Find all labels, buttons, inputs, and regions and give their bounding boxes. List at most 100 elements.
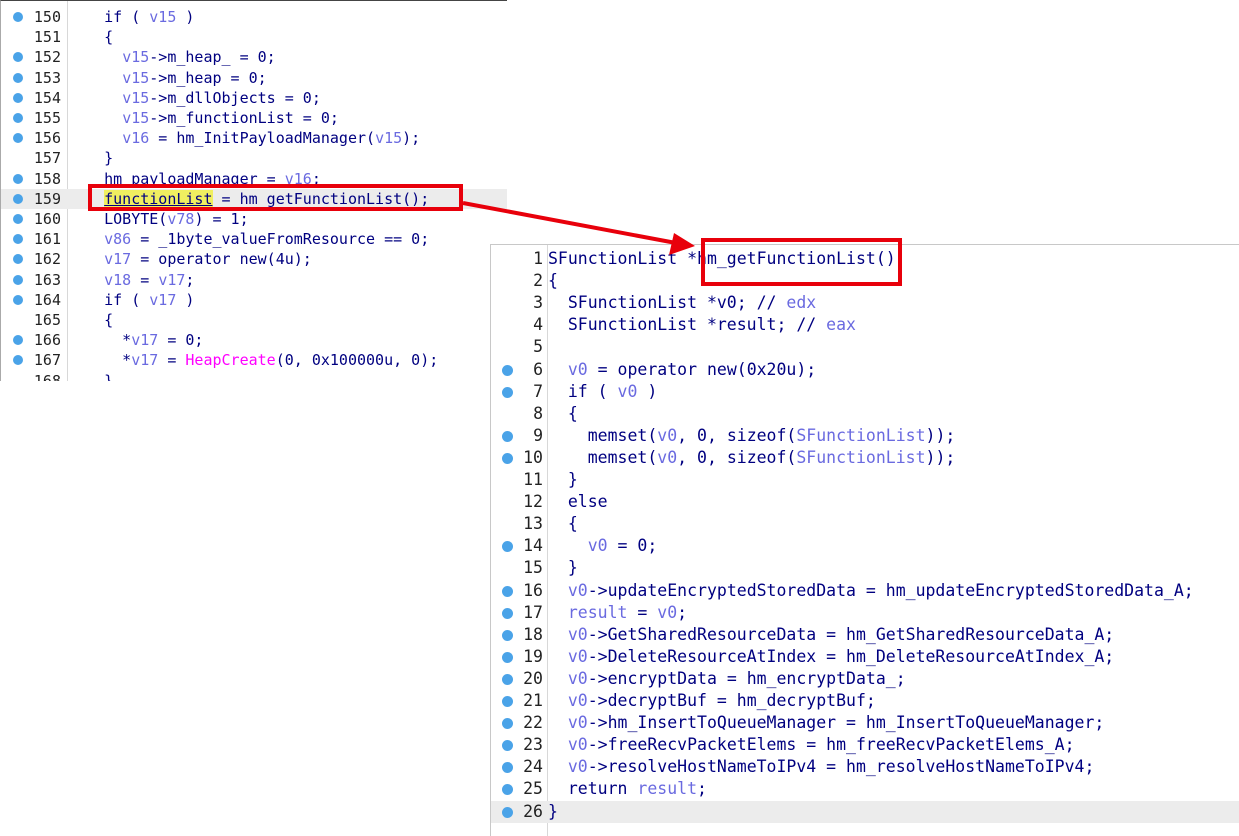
callee-pseudocode-view[interactable]: 1 SFunctionList *hm_getFunctionList() 2{3 …: [490, 244, 1239, 836]
breakpoint-dot-icon[interactable]: [13, 355, 23, 366]
code-line[interactable]: 19 v0->DeleteResourceAtIndex = hm_Delete…: [491, 646, 1239, 668]
code-text[interactable]: v0->DeleteResourceAtIndex = hm_DeleteRes…: [548, 646, 1114, 668]
code-token: =: [131, 270, 159, 289]
code-text[interactable]: memset(v0, 0, sizeof(SFunctionList));: [548, 425, 956, 447]
code-text[interactable]: v15->m_heap_ = 0;: [68, 47, 276, 67]
breakpoint-dot-icon[interactable]: [13, 193, 23, 204]
code-text[interactable]: v0->resolveHostNameToIPv4 = hm_resolveHo…: [548, 756, 1095, 778]
breakpoint-dot-icon[interactable]: [13, 173, 23, 184]
code-text[interactable]: {: [68, 310, 113, 330]
code-text[interactable]: v0 = 0;: [548, 535, 658, 557]
code-text[interactable]: v15->m_heap = 0;: [68, 68, 267, 88]
code-line[interactable]: 22 v0->hm_InsertToQueueManager = hm_Inse…: [491, 712, 1239, 734]
breakpoint-dot-icon[interactable]: [13, 52, 23, 63]
code-line[interactable]: 13 {: [491, 513, 1239, 535]
code-text[interactable]: v0->updateEncryptedStoredData = hm_updat…: [548, 580, 1194, 602]
breakpoint-dot-icon[interactable]: [13, 294, 23, 305]
code-line[interactable]: 14 v0 = 0;: [491, 535, 1239, 557]
code-text[interactable]: {: [548, 270, 558, 292]
code-text[interactable]: v18 = v17;: [68, 270, 194, 290]
code-line[interactable]: 16 v0->updateEncryptedStoredData = hm_up…: [491, 580, 1239, 602]
code-text[interactable]: if ( v0 ): [548, 381, 657, 403]
code-text[interactable]: else: [548, 491, 608, 513]
code-text[interactable]: memset(v0, 0, sizeof(SFunctionList));: [548, 447, 956, 469]
code-line[interactable]: 8 {: [491, 403, 1239, 425]
code-line[interactable]: 168 }: [1, 371, 507, 381]
code-text[interactable]: v0->decryptBuf = hm_decryptBuf;: [548, 690, 876, 712]
code-text[interactable]: }: [548, 801, 558, 823]
code-line[interactable]: 18 v0->GetSharedResourceData = hm_GetSha…: [491, 624, 1239, 646]
code-text[interactable]: if ( v15 ): [68, 7, 194, 27]
code-line[interactable]: 151 {: [1, 27, 507, 47]
code-text[interactable]: v15->m_functionList = 0;: [68, 108, 339, 128]
code-text[interactable]: v0->hm_InsertToQueueManager = hm_InsertT…: [548, 712, 1104, 734]
breakpoint-dot-icon[interactable]: [13, 72, 23, 83]
code-line[interactable]: 152 v15->m_heap_ = 0;: [1, 47, 507, 67]
code-line[interactable]: 15 }: [491, 557, 1239, 579]
code-line[interactable]: 21 v0->decryptBuf = hm_decryptBuf;: [491, 690, 1239, 712]
code-text[interactable]: v17 = operator new(4u);: [68, 249, 312, 269]
code-text[interactable]: v0 = operator new(0x20u);: [548, 359, 816, 381]
code-line[interactable]: 161 v86 = _1byte_valueFromResource == 0;: [1, 229, 507, 249]
code-text[interactable]: v0->freeRecvPacketElems = hm_freeRecvPac…: [548, 734, 1075, 756]
code-line[interactable]: 166 *v17 = 0;: [1, 330, 507, 350]
code-line[interactable]: 165 {: [1, 310, 507, 330]
breakpoint-dot-icon[interactable]: [13, 274, 23, 285]
code-line[interactable]: 4 SFunctionList *result; // eax: [491, 314, 1239, 336]
code-line[interactable]: 156 v16 = hm_InitPayloadManager(v15);: [1, 128, 507, 148]
code-text[interactable]: v15->m_dllObjects = 0;: [68, 88, 321, 108]
code-line[interactable]: 23 v0->freeRecvPacketElems = hm_freeRecv…: [491, 734, 1239, 756]
code-text[interactable]: }: [548, 557, 578, 579]
code-text[interactable]: }: [68, 148, 113, 168]
code-line[interactable]: 7 if ( v0 ): [491, 381, 1239, 403]
code-text[interactable]: v16 = hm_InitPayloadManager(v15);: [68, 128, 420, 148]
code-line[interactable]: 154 v15->m_dllObjects = 0;: [1, 88, 507, 108]
code-text[interactable]: SFunctionList *result; // eax: [548, 314, 856, 336]
code-line[interactable]: 160 LOBYTE(v78) = 1;: [1, 209, 507, 229]
code-line[interactable]: 157 }: [1, 148, 507, 168]
code-text[interactable]: LOBYTE(v78) = 1;: [68, 209, 249, 229]
code-text[interactable]: v86 = _1byte_valueFromResource == 0;: [68, 229, 429, 249]
code-line[interactable]: 167 *v17 = HeapCreate(0, 0x100000u, 0);: [1, 350, 507, 370]
breakpoint-dot-icon[interactable]: [13, 12, 23, 22]
code-line[interactable]: 20 v0->encryptData = hm_encryptData_;: [491, 668, 1239, 690]
breakpoint-dot-icon[interactable]: [13, 335, 23, 346]
code-line[interactable]: 10 memset(v0, 0, sizeof(SFunctionList));: [491, 447, 1239, 469]
code-text[interactable]: v0->encryptData = hm_encryptData_;: [548, 668, 906, 690]
code-text[interactable]: result = v0;: [548, 602, 687, 624]
code-line[interactable]: 6 v0 = operator new(0x20u);: [491, 359, 1239, 381]
breakpoint-dot-icon[interactable]: [13, 234, 23, 245]
code-line[interactable]: 12 else: [491, 491, 1239, 513]
code-line[interactable]: 163 v18 = v17;: [1, 270, 507, 290]
code-line[interactable]: 162 v17 = operator new(4u);: [1, 249, 507, 269]
code-line[interactable]: 17 result = v0;: [491, 602, 1239, 624]
code-line[interactable]: 3 SFunctionList *v0; // edx: [491, 292, 1239, 314]
code-line[interactable]: 164 if ( v17 ): [1, 290, 507, 310]
code-line[interactable]: 24 v0->resolveHostNameToIPv4 = hm_resolv…: [491, 756, 1239, 778]
code-line[interactable]: 26}: [491, 800, 1239, 823]
code-text[interactable]: if ( v17 ): [68, 290, 194, 310]
code-text[interactable]: }: [548, 469, 578, 491]
code-line[interactable]: 155 v15->m_functionList = 0;: [1, 108, 507, 128]
line-number: 1: [533, 249, 543, 268]
breakpoint-dot-icon[interactable]: [13, 113, 23, 123]
code-line[interactable]: 150 if ( v15 ): [1, 7, 507, 27]
code-line[interactable]: 153 v15->m_heap = 0;: [1, 68, 507, 88]
code-text[interactable]: *v17 = 0;: [68, 330, 203, 350]
code-text[interactable]: {: [548, 403, 578, 425]
breakpoint-dot-icon[interactable]: [13, 214, 23, 224]
code-line[interactable]: 25 return result;: [491, 778, 1239, 800]
code-line[interactable]: 11 }: [491, 469, 1239, 491]
breakpoint-dot-icon[interactable]: [13, 92, 23, 103]
breakpoint-dot-icon[interactable]: [13, 133, 23, 144]
code-text[interactable]: {: [68, 27, 113, 47]
code-text[interactable]: {: [548, 513, 578, 535]
code-text[interactable]: *v17 = HeapCreate(0, 0x100000u, 0);: [68, 350, 438, 370]
code-line[interactable]: 5: [491, 336, 1239, 358]
code-text[interactable]: SFunctionList *v0; // edx: [548, 292, 816, 314]
code-line[interactable]: 9 memset(v0, 0, sizeof(SFunctionList));: [491, 425, 1239, 447]
breakpoint-dot-icon[interactable]: [13, 254, 23, 265]
code-text[interactable]: v0->GetSharedResourceData = hm_GetShared…: [548, 624, 1114, 646]
code-text[interactable]: }: [68, 371, 113, 381]
code-text[interactable]: return result;: [548, 778, 707, 800]
